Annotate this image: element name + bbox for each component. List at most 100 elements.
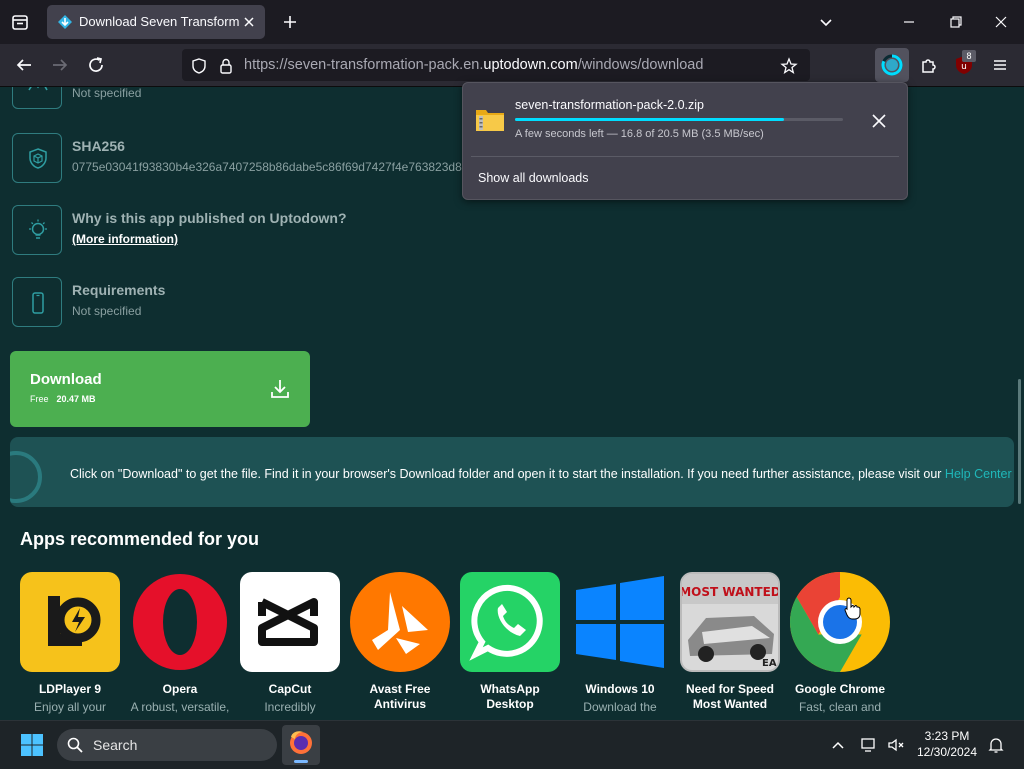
app-name: Need for Speed Most Wanted [685,682,775,711]
app-name: CapCut [268,682,312,696]
info-key: Why is this app published on Uptodown? [72,210,347,226]
cancel-download-icon[interactable] [869,111,889,131]
app-card-need-for-speed[interactable]: MOST WANTED EA Need for Speed Most Wanted [680,572,780,715]
taskbar-search[interactable]: Search [57,729,277,761]
firefox-view-icon[interactable] [8,10,32,34]
license-icon [28,87,48,91]
clock-date: 12/30/2024 [916,745,978,759]
app-name: WhatsApp Desktop [480,682,540,711]
svg-text:MOST WANTED: MOST WANTED [682,585,778,599]
nfs-most-wanted-icon: MOST WANTED EA [680,572,780,672]
hand-cursor-icon [843,596,863,620]
opera-icon [130,572,230,672]
info-key: Requirements [72,282,166,298]
show-all-downloads-button[interactable]: Show all downloads [478,171,589,185]
page-scrollbar[interactable] [1018,379,1021,504]
restore-icon[interactable] [943,10,967,34]
download-button-meta: Free 20.47 MB [30,394,96,404]
minimize-icon[interactable] [897,10,921,34]
taskbar-firefox[interactable] [282,725,320,765]
app-desc: Enjoy all your [33,700,107,714]
app-card-capcut[interactable]: CapCut Incredibly [240,572,340,715]
app-card-whatsapp[interactable]: WhatsApp Desktop [460,572,560,715]
clock-time: 3:23 PM [924,729,970,743]
app-card-ldplayer[interactable]: LDPlayer 9 Enjoy all your [20,572,120,715]
download-progress-icon [881,54,903,76]
search-icon [67,737,83,753]
download-button[interactable]: Download Free 20.47 MB [10,351,310,427]
reload-icon[interactable] [84,53,108,77]
extensions-puzzle-icon[interactable] [917,53,941,77]
tracking-shield-icon[interactable] [190,57,208,75]
close-tab-icon[interactable] [239,12,259,32]
windows-logo-icon [570,572,670,672]
taskbar: Search 3:23 PM 12/30/2024 [0,720,1024,769]
app-name: LDPlayer 9 [38,682,102,696]
app-name: Opera [162,682,198,696]
download-progress-fill [515,118,784,121]
download-arrow-icon [268,377,292,401]
info-value: 0775e03041f93830b4e326a7407258b86dabe5c8… [72,160,476,174]
taskbar-clock[interactable]: 3:23 PM 12/30/2024 [916,728,978,760]
help-center-link[interactable]: Help Center [945,467,1012,481]
firefox-icon [290,731,312,754]
network-icon[interactable] [860,735,880,755]
downloads-button[interactable] [875,48,909,82]
capcut-icon [240,572,340,672]
svg-text:EA: EA [762,658,777,669]
download-filename[interactable]: seven-transformation-pack-2.0.zip [515,98,704,112]
notification-bell-icon[interactable] [986,735,1006,755]
lock-icon[interactable] [217,57,235,75]
notice-text: Click on "Download" to get the file. Fin… [70,467,1012,481]
download-button-label: Download [30,371,102,388]
svg-text:u: u [961,62,967,72]
phone-icon [32,292,44,314]
downloads-panel: seven-transformation-pack-2.0.zip A few … [462,82,908,200]
uptodown-favicon-icon [57,14,73,30]
info-icon-box [12,277,62,327]
info-row-requirements: Requirements Not specified [12,277,912,333]
shield-cube-icon [29,148,47,169]
info-icon-box [12,87,62,109]
download-status: A few seconds left — 16.8 of 20.5 MB (3.… [515,128,764,140]
windows-start-icon[interactable] [20,733,44,757]
app-name: Google Chrome [794,682,885,696]
download-progress-bar [515,118,843,121]
app-desc: Fast, clean and [798,700,882,714]
ldplayer-icon [20,572,120,672]
download-notice: Click on "Download" to get the file. Fin… [10,437,1014,507]
tab-active[interactable]: Download Seven Transformation Pack [47,5,265,39]
app-card-windows10[interactable]: Windows 10 Download the [570,572,670,715]
app-name: Avast Free Antivirus [369,682,431,711]
tab-title: Download Seven Transformation Pack [79,14,239,29]
search-label: Search [93,737,138,753]
bookmark-star-icon[interactable] [780,57,798,75]
app-card-avast[interactable]: Avast Free Antivirus [350,572,450,715]
volume-muted-icon[interactable] [886,735,906,755]
more-information-link[interactable]: (More information) [72,232,178,246]
chevron-down-icon[interactable] [814,10,838,34]
app-desc: A robust, versatile, [130,700,230,714]
extension-badge: 8 [962,50,976,62]
zip-folder-icon [475,105,505,133]
app-desc: Incredibly [264,700,316,714]
info-value: Not specified [72,87,142,100]
close-window-icon[interactable] [989,10,1013,34]
panel-divider [471,156,899,157]
app-name: Windows 10 [585,682,655,696]
app-card-chrome[interactable]: Google Chrome Fast, clean and [790,572,890,715]
whatsapp-icon [460,572,560,672]
menu-hamburger-icon[interactable] [988,53,1012,77]
info-circle-icon [10,451,42,503]
url-bar[interactable]: https://seven-transformation-pack.en.upt… [182,49,810,81]
back-icon[interactable] [12,53,36,77]
info-row-why-published: Why is this app published on Uptodown? (… [12,205,912,261]
tab-bar: Download Seven Transformation Pack [0,0,1024,44]
new-tab-icon[interactable] [278,10,302,34]
avast-icon [350,572,450,672]
active-app-indicator [294,760,308,763]
app-card-opera[interactable]: Opera A robust, versatile, [130,572,230,715]
chevron-up-icon[interactable] [828,735,848,755]
forward-icon[interactable] [48,53,72,77]
app-desc: Download the [583,700,657,714]
